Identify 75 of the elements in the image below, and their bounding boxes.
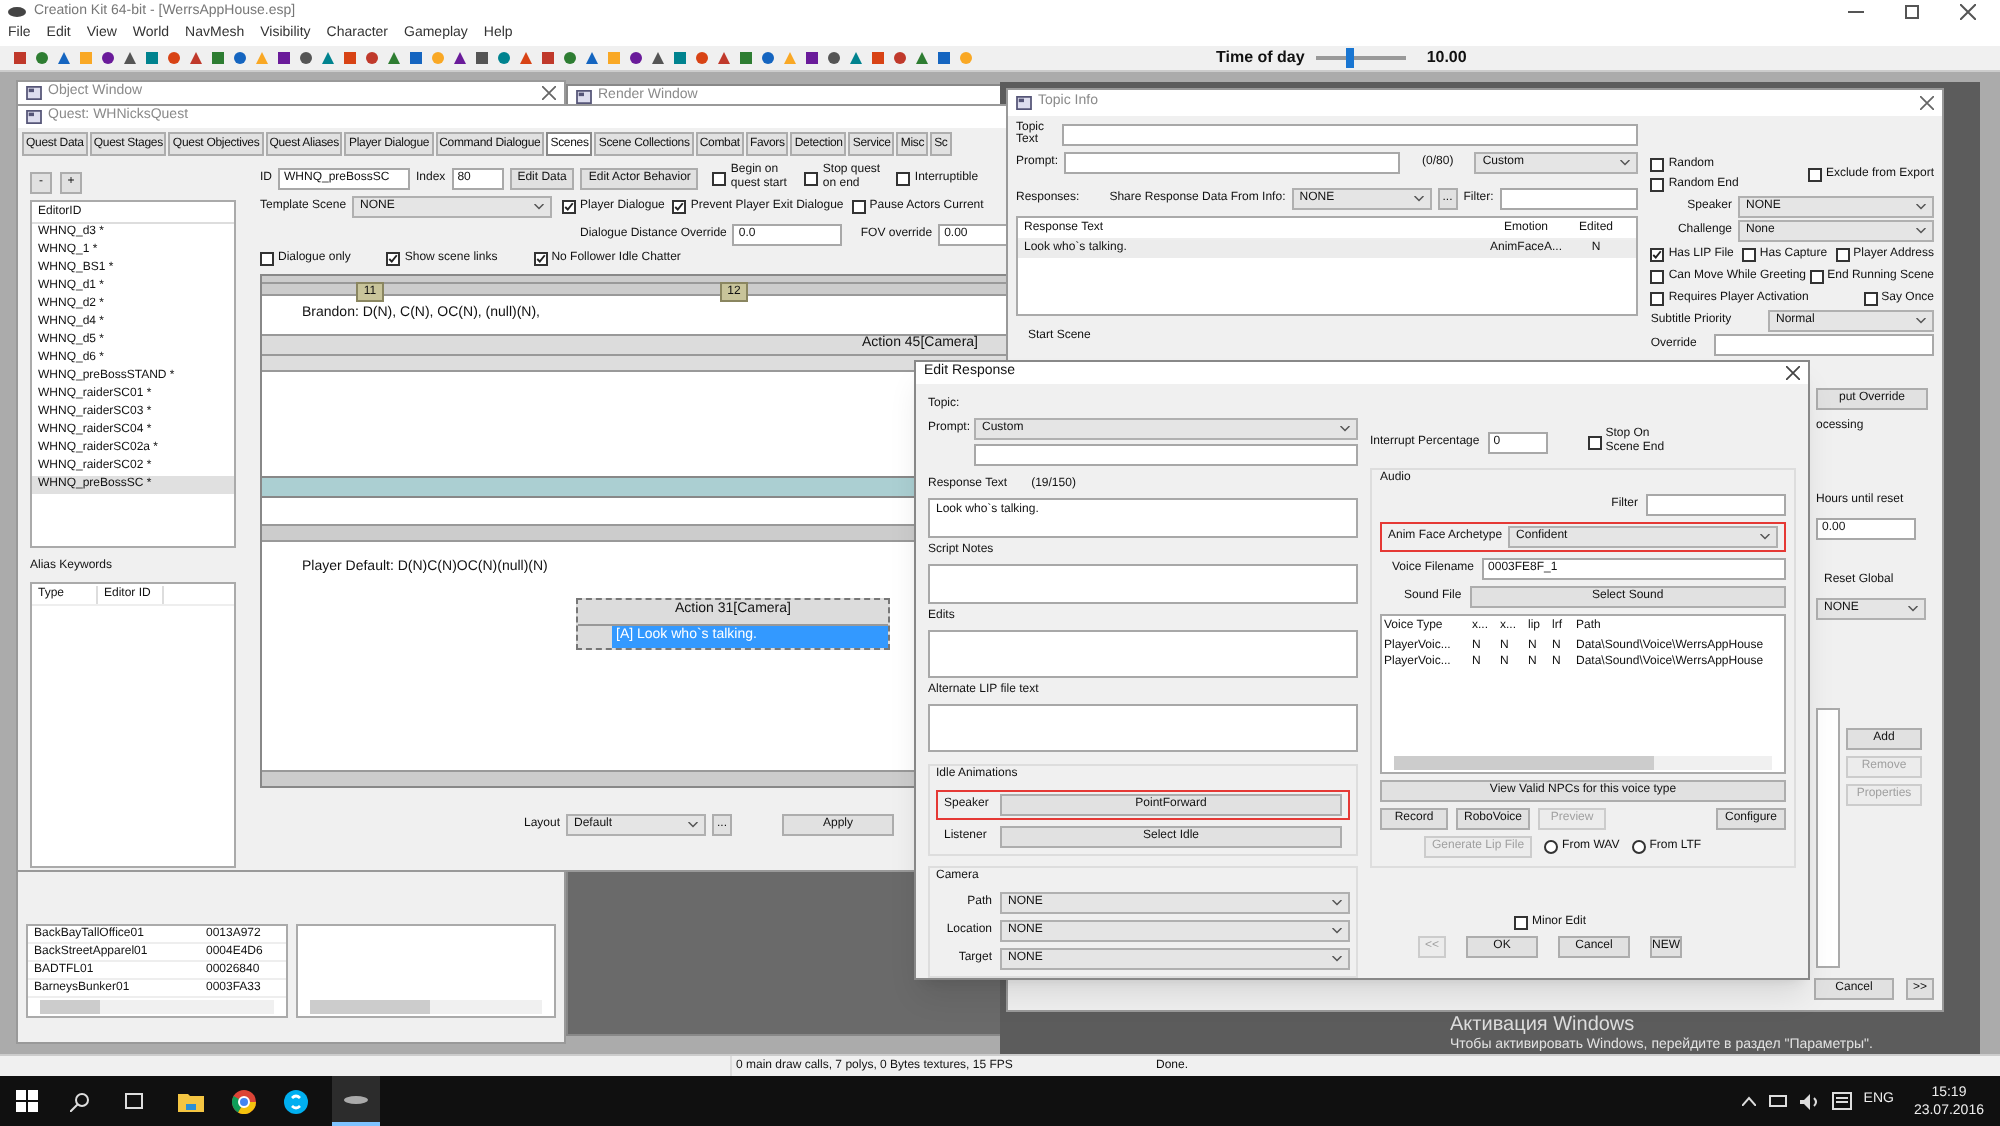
- checkbox[interactable]: [1650, 178, 1665, 192]
- checkbox[interactable]: [1835, 247, 1850, 261]
- input-field[interactable]: [1646, 494, 1786, 516]
- chevron-icon: [1413, 196, 1424, 202]
- start-icon[interactable]: [16, 1090, 38, 1112]
- notification-icon[interactable]: [1831, 1092, 1852, 1110]
- checkbox[interactable]: [1863, 291, 1878, 305]
- volume-icon[interactable]: [1799, 1093, 1820, 1109]
- chevron-icon: [1916, 204, 1926, 210]
- checkbox[interactable]: [1650, 291, 1665, 305]
- checkbox[interactable]: [562, 200, 577, 214]
- checkbox[interactable]: [712, 171, 727, 185]
- chevron-icon: [1760, 534, 1770, 540]
- checkbox[interactable]: [1587, 435, 1602, 449]
- chevron-icon: [1916, 318, 1926, 324]
- check-icon: [564, 202, 575, 212]
- scrollbar[interactable]: [310, 1000, 542, 1014]
- input-field[interactable]: [1714, 334, 1934, 356]
- chevron-icon[interactable]: [1741, 1096, 1756, 1106]
- check-icon: [674, 202, 685, 212]
- chevron-icon: [1332, 956, 1342, 962]
- chevron-icon: [534, 204, 545, 210]
- checkbox[interactable]: [533, 252, 548, 266]
- checkbox[interactable]: [260, 252, 274, 266]
- input-field[interactable]: [1499, 188, 1639, 210]
- maximize-icon[interactable]: [1904, 4, 1920, 20]
- folder-icon[interactable]: [178, 1091, 204, 1111]
- window-icon: [26, 110, 42, 124]
- checkbox[interactable]: [1807, 168, 1822, 182]
- chevron-icon: [1332, 928, 1342, 934]
- radio-button[interactable]: [1544, 840, 1559, 854]
- checkbox[interactable]: [1514, 916, 1528, 930]
- close-icon[interactable]: [542, 86, 556, 100]
- window-icon: [26, 86, 42, 100]
- checkbox[interactable]: [1741, 247, 1756, 261]
- search-icon[interactable]: [70, 1091, 90, 1111]
- check-icon: [535, 254, 546, 264]
- time-of-day-label: Time of day: [1216, 46, 1305, 70]
- close-icon[interactable]: [1786, 366, 1800, 380]
- checkbox[interactable]: [804, 171, 819, 185]
- check-icon: [1652, 249, 1663, 259]
- input-field[interactable]: [974, 444, 1358, 466]
- checkbox[interactable]: [896, 171, 911, 185]
- chevron-icon: [1340, 426, 1350, 432]
- checkbox[interactable]: [1650, 158, 1665, 172]
- checkbox[interactable]: [672, 200, 687, 214]
- chevron-icon: [1916, 228, 1926, 234]
- chat-icon[interactable]: [284, 1089, 308, 1113]
- chevron-icon: [688, 822, 699, 828]
- close-icon[interactable]: [1960, 4, 1976, 20]
- scrollbar[interactable]: [1394, 756, 1772, 770]
- close-icon[interactable]: [1920, 96, 1934, 110]
- scrollbar[interactable]: [40, 1000, 274, 1014]
- app-icon: [8, 6, 26, 18]
- input-field[interactable]: [1062, 123, 1639, 145]
- task-view-icon[interactable]: [122, 1092, 146, 1110]
- checkbox[interactable]: [1809, 269, 1824, 283]
- checkbox[interactable]: [851, 200, 866, 214]
- window-icon: [576, 89, 592, 103]
- chevron-icon: [1332, 900, 1342, 906]
- network-icon[interactable]: [1767, 1093, 1788, 1109]
- checkbox[interactable]: [1650, 247, 1665, 261]
- check-icon: [388, 254, 399, 264]
- activation-title: Активация Windows: [1450, 1014, 1635, 1036]
- browser-icon[interactable]: [232, 1089, 256, 1113]
- slider-thumb[interactable]: [1345, 48, 1354, 68]
- window-icon: [1016, 96, 1032, 110]
- checkbox[interactable]: [386, 252, 401, 266]
- radio-button[interactable]: [1631, 840, 1646, 854]
- checkbox[interactable]: [1650, 269, 1665, 283]
- time-of-day-value: 10.00: [1426, 46, 1467, 70]
- chevron-icon: [1620, 160, 1631, 166]
- chevron-icon: [1908, 606, 1918, 612]
- app-icon[interactable]: [344, 1093, 368, 1105]
- input-field[interactable]: [1064, 152, 1401, 174]
